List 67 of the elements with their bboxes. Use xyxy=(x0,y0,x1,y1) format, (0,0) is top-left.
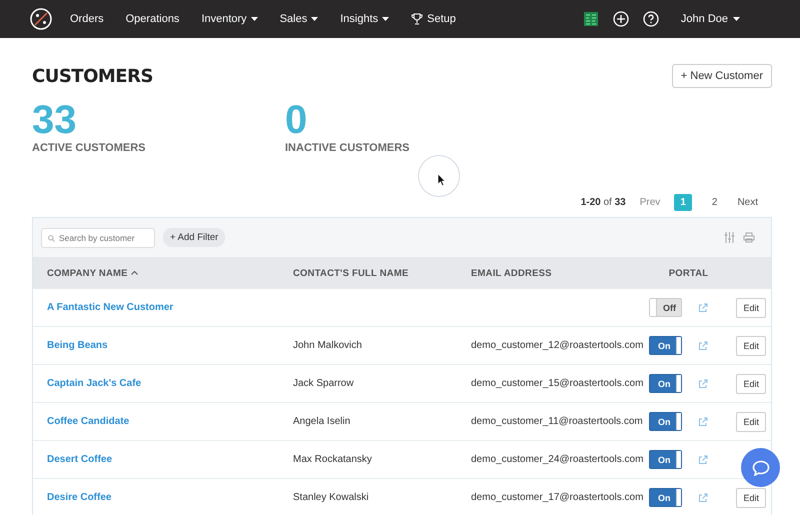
external-link-icon[interactable] xyxy=(698,340,708,350)
column-header[interactable]: COMPANY NAME xyxy=(47,268,293,278)
external-link-icon[interactable] xyxy=(698,492,708,502)
logo-icon[interactable] xyxy=(30,8,52,30)
company-link[interactable]: A Fantastic New Customer xyxy=(47,302,293,313)
edit-button[interactable]: Edit xyxy=(736,488,766,508)
portal-toggle[interactable]: On xyxy=(649,374,682,393)
pagination-range: 1-20 of 33 xyxy=(580,197,626,208)
table-cell: Angela Iselin xyxy=(293,416,350,427)
company-link[interactable]: Desert Coffee xyxy=(47,454,293,465)
table-cell: demo_customer_15@roastertools.com xyxy=(471,378,644,389)
portal-toggle[interactable]: On xyxy=(649,450,682,469)
help-icon[interactable] xyxy=(642,11,659,27)
table-cell: demo_customer_11@roastertools.com xyxy=(471,416,643,427)
column-header: CONTACT'S FULL NAME xyxy=(293,268,410,278)
column-header: PORTAL xyxy=(668,268,708,278)
nav-link[interactable]: Sales xyxy=(280,13,318,25)
stat-label: INACTIVE CUSTOMERS xyxy=(285,142,410,154)
trophy-icon xyxy=(411,13,424,25)
search-field[interactable]: Search by customer xyxy=(41,228,155,248)
nav-link[interactable]: Inventory xyxy=(201,13,258,25)
print-icon[interactable] xyxy=(743,232,755,243)
table-cell: Stanley Kowalski xyxy=(293,492,369,503)
company-link[interactable]: Coffee Candidate xyxy=(47,416,293,427)
stat-value: 33 xyxy=(32,100,78,140)
table-cell: demo_customer_17@roastertools.com xyxy=(471,492,644,503)
nav-link[interactable]: Operations xyxy=(126,13,180,25)
new-customer-button[interactable]: + New Customer xyxy=(672,64,772,88)
edit-button[interactable]: Edit xyxy=(736,336,766,356)
table-cell: demo_customer_24@roastertools.com xyxy=(471,454,644,465)
chat-icon xyxy=(752,460,770,476)
table-cell: John Malkovich xyxy=(293,340,362,351)
table-cell: Max Rockatansky xyxy=(293,454,372,465)
sliders-icon[interactable] xyxy=(724,232,735,243)
portal-toggle[interactable]: On xyxy=(649,488,682,507)
nav-link[interactable]: Setup xyxy=(411,13,456,25)
table-cell: Jack Sparrow xyxy=(293,378,354,389)
portal-toggle[interactable]: On xyxy=(649,412,682,431)
portal-toggle[interactable]: On xyxy=(649,336,682,355)
nav-link[interactable]: Orders xyxy=(70,13,104,25)
portal-toggle[interactable]: Off xyxy=(649,298,682,317)
prev-link[interactable]: Prev xyxy=(640,197,660,208)
nav-link[interactable]: Insights xyxy=(340,13,390,25)
page-link[interactable]: 2 xyxy=(706,194,724,211)
sort-icon xyxy=(130,271,138,275)
cursor-icon xyxy=(438,174,446,186)
chat-button[interactable] xyxy=(741,448,780,487)
stat-label: ACTIVE CUSTOMERS xyxy=(32,142,146,154)
edit-button[interactable]: Edit xyxy=(736,374,766,394)
add-icon[interactable] xyxy=(612,11,629,27)
external-link-icon[interactable] xyxy=(698,416,708,426)
add-filter-button[interactable]: + Add Filter xyxy=(163,228,226,247)
user-menu[interactable]: John Doe xyxy=(680,13,740,25)
page-title: CUSTOMERS xyxy=(32,66,153,86)
table-cell: demo_customer_12@roastertools.com xyxy=(471,340,644,351)
company-link[interactable]: Captain Jack's Cafe xyxy=(47,378,293,389)
caret-icon xyxy=(733,17,740,21)
company-link[interactable]: Desire Coffee xyxy=(47,492,293,503)
stat-value: 0 xyxy=(285,100,308,140)
external-link-icon[interactable] xyxy=(698,378,708,388)
next-link[interactable]: Next xyxy=(737,197,758,208)
edit-button[interactable]: Edit xyxy=(736,412,766,432)
company-link[interactable]: Being Beans xyxy=(47,340,293,351)
column-header: EMAIL ADDRESS xyxy=(471,268,553,278)
edit-button[interactable]: Edit xyxy=(736,298,766,318)
external-link-icon[interactable] xyxy=(698,454,708,464)
external-link-icon[interactable] xyxy=(698,302,708,312)
